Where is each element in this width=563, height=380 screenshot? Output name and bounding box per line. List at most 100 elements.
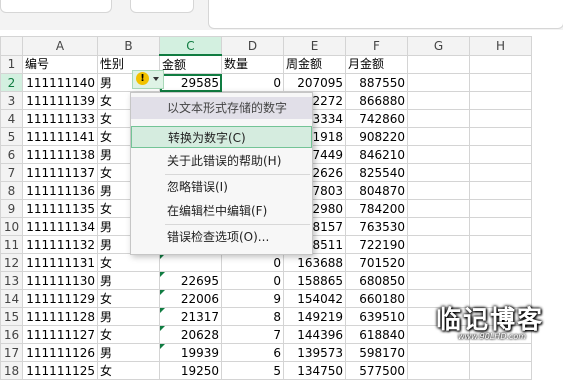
row-header[interactable]: 9 — [0, 199, 23, 218]
formula-bar[interactable] — [208, 0, 563, 29]
cell-a16[interactable]: 111111127 — [22, 325, 98, 344]
cell-e1[interactable]: 周金额 — [283, 54, 346, 74]
cell-h9[interactable] — [469, 199, 532, 218]
cell-e2[interactable]: 207095 — [283, 73, 346, 92]
cell-a10[interactable]: 111111134 — [22, 217, 98, 236]
column-header-g[interactable]: G — [407, 36, 470, 56]
row-header[interactable]: 4 — [0, 109, 23, 128]
cell-f9[interactable]: 784200 — [345, 199, 408, 218]
cell-g11[interactable] — [407, 235, 470, 254]
column-header-b[interactable]: B — [97, 36, 160, 56]
cell-f10[interactable]: 763530 — [345, 217, 408, 236]
column-header-a[interactable]: A — [22, 36, 98, 56]
row-header[interactable]: 11 — [0, 235, 23, 254]
cell-e16[interactable]: 144396 — [283, 325, 346, 344]
cell-c18[interactable]: 19250 — [159, 361, 222, 380]
cell-f17[interactable]: 598170 — [345, 343, 408, 362]
cell-h3[interactable] — [469, 91, 532, 110]
cell-a4[interactable]: 111111133 — [22, 109, 98, 128]
row-header[interactable]: 12 — [0, 253, 23, 272]
cell-d17[interactable]: 6 — [221, 343, 284, 362]
formula-function-box[interactable] — [130, 0, 194, 13]
column-header-c[interactable]: C — [159, 36, 222, 56]
cell-g18[interactable] — [407, 361, 470, 380]
cell-h1[interactable] — [469, 54, 532, 74]
row-header[interactable]: 3 — [0, 91, 23, 110]
cell-b12[interactable]: 女 — [97, 253, 160, 272]
cell-b14[interactable]: 女 — [97, 289, 160, 308]
cell-b15[interactable]: 男 — [97, 307, 160, 326]
cell-f18[interactable]: 577500 — [345, 361, 408, 380]
row-header[interactable]: 13 — [0, 271, 23, 290]
cell-g9[interactable] — [407, 199, 470, 218]
cell-d12[interactable]: 0 — [221, 253, 284, 272]
menu-item-error-check-options[interactable]: 错误检查选项(O)... — [131, 226, 312, 248]
cell-c1[interactable]: 金额 — [159, 54, 222, 74]
row-header[interactable]: 2 — [0, 73, 23, 92]
cell-h5[interactable] — [469, 127, 532, 146]
cell-d15[interactable]: 8 — [221, 307, 284, 326]
cell-c2[interactable]: 29585 — [159, 73, 222, 92]
cell-f8[interactable]: 804870 — [345, 181, 408, 200]
cell-d16[interactable]: 7 — [221, 325, 284, 344]
cell-d14[interactable]: 9 — [221, 289, 284, 308]
cell-g10[interactable] — [407, 217, 470, 236]
cell-a8[interactable]: 111111136 — [22, 181, 98, 200]
cell-b13[interactable]: 男 — [97, 271, 160, 290]
cell-g4[interactable] — [407, 109, 470, 128]
cell-c16[interactable]: 20628 — [159, 325, 222, 344]
cell-f4[interactable]: 742860 — [345, 109, 408, 128]
cell-a3[interactable]: 111111139 — [22, 91, 98, 110]
cell-a15[interactable]: 111111128 — [22, 307, 98, 326]
cell-b17[interactable]: 男 — [97, 343, 160, 362]
cell-a11[interactable]: 111111132 — [22, 235, 98, 254]
cell-c17[interactable]: 19939 — [159, 343, 222, 362]
cell-c13[interactable]: 22695 — [159, 271, 222, 290]
cell-e17[interactable]: 139573 — [283, 343, 346, 362]
cell-f7[interactable]: 825540 — [345, 163, 408, 182]
cell-g13[interactable] — [407, 271, 470, 290]
row-header[interactable]: 18 — [0, 361, 23, 380]
cell-d1[interactable]: 数量 — [221, 54, 284, 74]
menu-item-help[interactable]: 关于此错误的帮助(H) — [131, 150, 312, 172]
row-header[interactable]: 15 — [0, 307, 23, 326]
cell-h8[interactable] — [469, 181, 532, 200]
cell-e15[interactable]: 149219 — [283, 307, 346, 326]
cell-g12[interactable] — [407, 253, 470, 272]
cell-e13[interactable]: 158865 — [283, 271, 346, 290]
column-header-h[interactable]: H — [469, 36, 532, 56]
cell-b16[interactable]: 女 — [97, 325, 160, 344]
cell-a13[interactable]: 111111130 — [22, 271, 98, 290]
cell-a18[interactable]: 111111125 — [22, 361, 98, 380]
column-header-d[interactable]: D — [221, 36, 284, 56]
cell-a12[interactable]: 111111131 — [22, 253, 98, 272]
cell-c15[interactable]: 21317 — [159, 307, 222, 326]
row-header[interactable]: 10 — [0, 217, 23, 236]
cell-a5[interactable]: 111111141 — [22, 127, 98, 146]
cell-f1[interactable]: 月金额 — [345, 54, 408, 74]
cell-f11[interactable]: 722190 — [345, 235, 408, 254]
cell-h11[interactable] — [469, 235, 532, 254]
menu-item-edit-in-formula-bar[interactable]: 在编辑栏中编辑(F) — [131, 200, 312, 222]
cell-g1[interactable] — [407, 54, 470, 74]
error-check-button[interactable]: ! — [132, 70, 164, 89]
row-header[interactable]: 7 — [0, 163, 23, 182]
cell-d2[interactable]: 0 — [221, 73, 284, 92]
cell-d13[interactable]: 0 — [221, 271, 284, 290]
cell-a17[interactable]: 111111126 — [22, 343, 98, 362]
cell-f6[interactable]: 846210 — [345, 145, 408, 164]
cell-f12[interactable]: 701520 — [345, 253, 408, 272]
cell-h10[interactable] — [469, 217, 532, 236]
column-header-e[interactable]: E — [283, 36, 346, 56]
cell-h12[interactable] — [469, 253, 532, 272]
cell-g6[interactable] — [407, 145, 470, 164]
cell-g5[interactable] — [407, 127, 470, 146]
cell-c14[interactable]: 22006 — [159, 289, 222, 308]
cell-h6[interactable] — [469, 145, 532, 164]
cell-f16[interactable]: 618840 — [345, 325, 408, 344]
cell-e18[interactable]: 134750 — [283, 361, 346, 380]
cell-a6[interactable]: 111111138 — [22, 145, 98, 164]
row-header[interactable]: 1 — [0, 54, 23, 74]
cell-h18[interactable] — [469, 361, 532, 380]
cell-a7[interactable]: 111111137 — [22, 163, 98, 182]
